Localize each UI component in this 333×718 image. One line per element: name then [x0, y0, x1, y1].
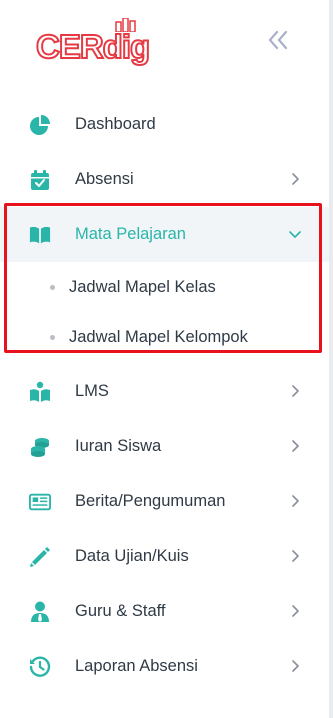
history-icon: [29, 656, 51, 678]
calendar-check-icon: [29, 169, 51, 191]
user-tie-icon: [29, 601, 51, 623]
chevron-right-icon: [288, 439, 302, 453]
sidebar: CERdig Dashboard Absensi Mata Pelajaran …: [0, 0, 333, 718]
sidebar-item-guru-staff[interactable]: Guru & Staff: [0, 584, 329, 639]
sidebar-item-dashboard[interactable]: Dashboard: [0, 97, 329, 152]
sidebar-item-label: Absensi: [75, 170, 134, 188]
coins-icon: [29, 436, 51, 458]
sidebar-item-label: Guru & Staff: [75, 602, 166, 620]
newspaper-icon: [29, 491, 51, 513]
pie-chart-icon: [29, 114, 51, 136]
submenu-item-label: Jadwal Mapel Kelas: [69, 277, 216, 296]
submenu-item-label: Jadwal Mapel Kelompok: [69, 327, 248, 346]
submenu-item-jadwal-mapel-kelas[interactable]: Jadwal Mapel Kelas: [0, 262, 329, 312]
chevron-down-icon: [288, 227, 302, 241]
sidebar-scrollbar[interactable]: [329, 0, 333, 718]
sidebar-item-label: Iuran Siswa: [75, 437, 162, 455]
sidebar-menu: Dashboard Absensi Mata Pelajaran Jadwal …: [0, 97, 329, 694]
chevron-right-icon: [288, 549, 302, 563]
sidebar-item-label: Mata Pelajaran: [75, 225, 186, 243]
collapse-sidebar-button[interactable]: [266, 28, 290, 52]
chevron-right-icon: [288, 659, 302, 673]
logo-building-icon: [115, 18, 136, 32]
sidebar-item-label: Laporan Absensi: [75, 657, 198, 675]
double-chevron-left-icon: [268, 30, 288, 50]
bullet-dot: [50, 284, 55, 290]
sidebar-item-berita-pengumuman[interactable]: Berita/Pengumuman: [0, 474, 329, 529]
sidebar-item-label: Data Ujian/Kuis: [75, 547, 189, 565]
submenu-item-jadwal-mapel-kelompok[interactable]: Jadwal Mapel Kelompok: [0, 312, 329, 362]
sidebar-item-absensi[interactable]: Absensi: [0, 152, 329, 207]
brand-logo[interactable]: CERdig: [35, 18, 174, 66]
sidebar-item-data-ujian-kuis[interactable]: Data Ujian/Kuis: [0, 529, 329, 584]
sidebar-item-mata-pelajaran[interactable]: Mata Pelajaran: [0, 207, 329, 262]
pencil-icon: [29, 546, 51, 568]
sidebar-item-label: Berita/Pengumuman: [75, 492, 226, 510]
chevron-right-icon: [288, 494, 302, 508]
sidebar-item-label: LMS: [75, 382, 109, 400]
sidebar-item-label: Dashboard: [75, 115, 156, 133]
chevron-right-icon: [288, 172, 302, 186]
reader-icon: [29, 381, 51, 403]
chevron-right-icon: [288, 384, 302, 398]
sidebar-item-iuran-siswa[interactable]: Iuran Siswa: [0, 419, 329, 474]
book-open-icon: [29, 224, 51, 246]
bullet-dot: [50, 334, 55, 340]
sidebar-item-lms[interactable]: LMS: [0, 364, 329, 419]
brand-logo-text: CERdig: [35, 27, 151, 66]
sidebar-item-laporan-absensi[interactable]: Laporan Absensi: [0, 639, 329, 694]
chevron-right-icon: [288, 604, 302, 618]
